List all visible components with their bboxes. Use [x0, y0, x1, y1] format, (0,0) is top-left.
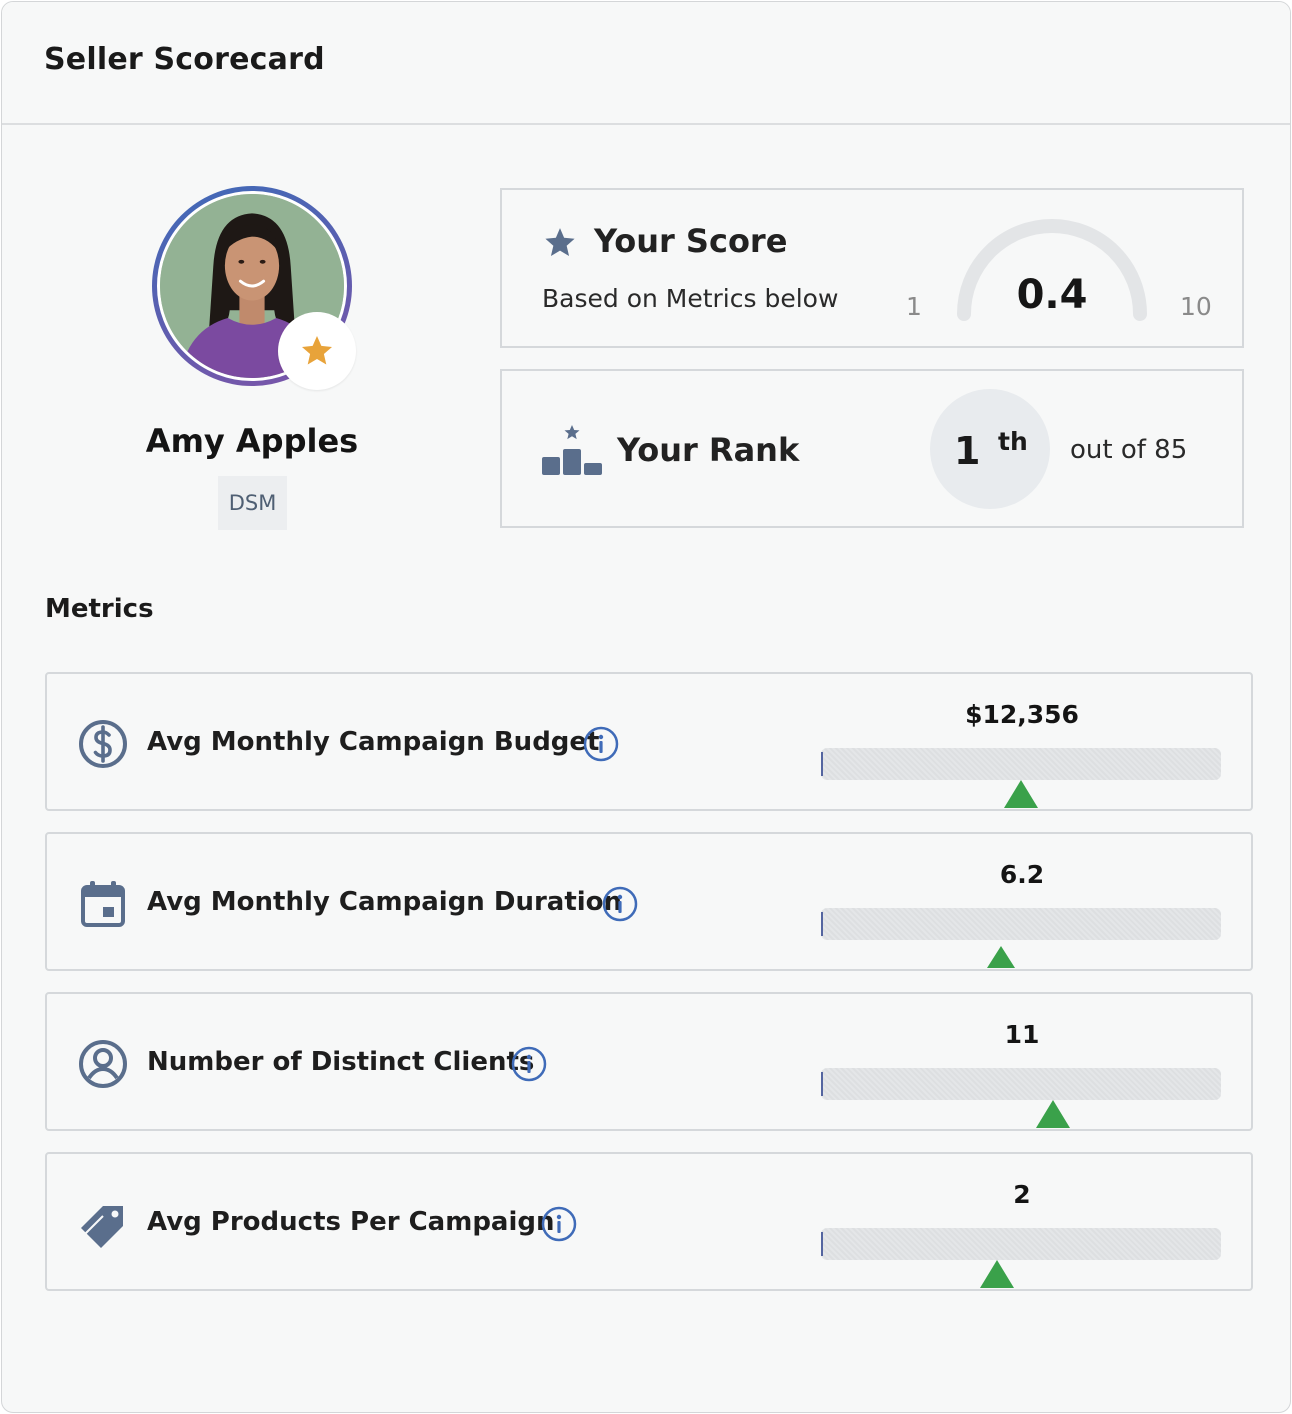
gauge-max-label: 10 [1180, 292, 1212, 321]
scorecard-card: Seller Scorecard Amy Apples DSM Your Sco… [1, 1, 1291, 1413]
score-value: 0.4 [1016, 272, 1088, 318]
rank-suffix: th [998, 427, 1028, 456]
rank-out-of: out of 85 [1070, 435, 1188, 465]
metric-row-products: Avg Products Per Campaign 2 [45, 1152, 1253, 1291]
rank-panel: Your Rank 1 th out of 85 [500, 369, 1244, 528]
star-icon [302, 336, 332, 365]
metric-marker [1004, 780, 1038, 808]
metric-bar [821, 748, 1221, 780]
info-icon[interactable] [541, 1206, 577, 1242]
info-icon[interactable] [583, 726, 619, 762]
avatar-badge [278, 312, 356, 390]
metric-bar-start [821, 1072, 823, 1096]
metric-label: Number of Distinct Clients [147, 1047, 535, 1077]
metric-bar [821, 1068, 1221, 1100]
metric-bar [821, 1228, 1221, 1260]
metrics-heading: Metrics [45, 594, 154, 624]
gauge-min-label: 1 [906, 292, 922, 321]
metric-value: 11 [1004, 1020, 1040, 1049]
score-subtitle: Based on Metrics below [542, 284, 839, 313]
metric-marker [987, 946, 1015, 968]
metric-row-duration: Avg Monthly Campaign Duration 6.2 [45, 832, 1253, 971]
rank-number: 1 [954, 429, 981, 473]
rank-title: Your Rank [617, 431, 800, 469]
star-icon [545, 228, 575, 257]
metric-marker [1036, 1100, 1070, 1128]
tag-icon [81, 1206, 123, 1248]
calendar-icon [81, 881, 125, 927]
info-icon[interactable] [602, 886, 638, 922]
metric-bar-start [821, 1232, 823, 1256]
metric-row-budget: Avg Monthly Campaign Budget $12,356 [45, 672, 1253, 811]
metric-bar-start [821, 912, 823, 936]
avatar [152, 186, 356, 390]
score-panel: Your Score Based on Metrics below 1 0.4 … [500, 188, 1244, 348]
metric-value: 2 [1013, 1180, 1031, 1209]
metric-label: Avg Products Per Campaign [147, 1207, 555, 1237]
role-badge: DSM [218, 476, 287, 530]
metric-value: $12,356 [965, 700, 1079, 729]
metric-bar-start [821, 752, 823, 776]
metric-marker [980, 1260, 1014, 1288]
podium-icon [542, 425, 602, 475]
metric-label: Avg Monthly Campaign Budget [147, 727, 600, 757]
user-circle-icon [79, 1040, 127, 1088]
page-title: Seller Scorecard [44, 42, 325, 77]
metric-row-clients: Number of Distinct Clients 11 [45, 992, 1253, 1131]
user-name: Amy Apples [145, 422, 359, 460]
score-title: Your Score [594, 222, 788, 260]
dollar-circle-icon [79, 720, 127, 768]
info-icon[interactable] [511, 1046, 547, 1082]
rank-badge: 1 th [930, 389, 1050, 509]
card-header: Seller Scorecard [2, 2, 1290, 125]
metric-bar [821, 908, 1221, 940]
metric-label: Avg Monthly Campaign Duration [147, 887, 623, 917]
metric-value: 6.2 [999, 860, 1045, 889]
